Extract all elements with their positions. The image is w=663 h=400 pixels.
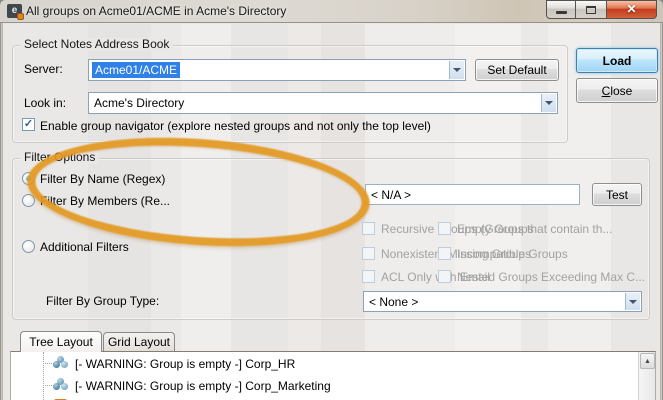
checkbox-empty-groups[interactable]	[438, 222, 451, 235]
navigator-checkbox-label: Enable group navigator (explore nested g…	[40, 119, 431, 133]
look-in-combobox[interactable]: Acme's Directory	[88, 92, 558, 114]
chevron-down-icon	[453, 68, 461, 72]
window-title: All groups on Acme01/ACME in Acme's Dire…	[26, 4, 286, 18]
radio-additional-filters-label: Additional Filters	[40, 240, 129, 254]
radio-additional-filters[interactable]	[22, 240, 35, 253]
checkmark-icon: ✓	[24, 119, 33, 130]
radio-filter-by-members-label: Filter By Members (Re...	[40, 194, 170, 208]
title-bar[interactable]: e All groups on Acme01/ACME in Acme's Di…	[0, 0, 663, 23]
group-icon	[53, 356, 69, 370]
checkbox-incompatible-groups[interactable]	[438, 247, 451, 260]
set-default-button[interactable]: Set Default	[475, 59, 559, 81]
window-frame-left	[0, 23, 3, 400]
tree-panel: [- WARNING: Group is empty -] Corp_HR [-…	[10, 351, 656, 400]
group-type-combobox[interactable]: < None >	[363, 291, 642, 312]
server-label: Server:	[24, 62, 63, 76]
tree-item-corp-marketing[interactable]: [- WARNING: Group is empty -] Corp_Marke…	[11, 376, 631, 398]
checkbox-nested-groups-label: Nested Groups Exceeding Max C...	[457, 270, 645, 284]
maximize-icon	[586, 6, 596, 14]
group-type-dropdown-button[interactable]	[625, 293, 640, 310]
checkbox-recursive-groups[interactable]	[362, 222, 375, 235]
look-in-label: Look in:	[24, 96, 66, 110]
test-button[interactable]: Test	[592, 183, 642, 206]
close-button[interactable]: Close	[576, 78, 658, 103]
groupbox-address-book-legend: Select Notes Address Book	[20, 38, 173, 51]
look-in-dropdown-button[interactable]	[541, 94, 556, 112]
minimize-button[interactable]	[546, 0, 576, 19]
checkbox-nonexistent-groups[interactable]	[362, 247, 375, 260]
checkbox-acl-only-email[interactable]	[362, 270, 375, 283]
scroll-up-button[interactable]: ▲	[640, 353, 655, 369]
maximize-button[interactable]	[575, 0, 607, 19]
dialog-window: e All groups on Acme01/ACME in Acme's Di…	[0, 0, 663, 400]
navigator-checkbox[interactable]: ✓	[22, 118, 35, 131]
checkbox-nested-groups[interactable]	[438, 270, 451, 283]
app-icon: e	[7, 4, 22, 18]
chevron-down-icon	[629, 300, 637, 304]
close-button-accelerator: C	[602, 84, 611, 98]
load-button[interactable]: Load	[576, 48, 658, 73]
radio-filter-by-name[interactable]	[22, 172, 35, 185]
group-icon	[53, 378, 69, 392]
tab-grid-layout[interactable]: Grid Layout	[103, 332, 175, 351]
look-in-value: Acme's Directory	[94, 96, 184, 110]
tab-tree-layout[interactable]: Tree Layout	[20, 331, 102, 352]
minimize-icon	[556, 11, 567, 14]
radio-filter-by-members[interactable]	[22, 194, 35, 207]
scroll-up-icon: ▲	[644, 358, 651, 365]
tree-item-corp-hr[interactable]: [- WARNING: Group is empty -] Corp_HR	[11, 354, 631, 376]
close-icon: ✕	[626, 1, 636, 18]
close-window-button[interactable]: ✕	[606, 0, 657, 19]
server-combobox[interactable]: Acme01/ACME	[88, 59, 466, 81]
checkbox-empty-groups-label: Empty Groups	[457, 222, 534, 236]
tree-item-label: [- WARNING: Group is empty -] Corp_HR	[75, 357, 295, 371]
server-dropdown-button[interactable]	[449, 61, 464, 79]
radio-filter-by-name-label: Filter By Name (Regex)	[40, 172, 165, 186]
lock-icon	[17, 13, 24, 20]
groupbox-filter-options-legend: Filter Options	[20, 151, 99, 164]
tree-item-label: [- WARNING: Group is empty -] Corp_Marke…	[75, 379, 331, 393]
group-type-label: Filter By Group Type:	[46, 294, 159, 308]
name-filter-input[interactable]: < N/A >	[365, 184, 580, 205]
tree-scrollbar[interactable]: ▲	[638, 352, 655, 400]
close-button-label: lose	[610, 84, 632, 98]
chevron-down-icon	[545, 101, 553, 105]
server-selected-value: Acme01/ACME	[92, 62, 180, 78]
group-type-value: < None >	[369, 295, 418, 309]
checkbox-incompatible-groups-label: Incompatible Groups	[457, 247, 568, 261]
